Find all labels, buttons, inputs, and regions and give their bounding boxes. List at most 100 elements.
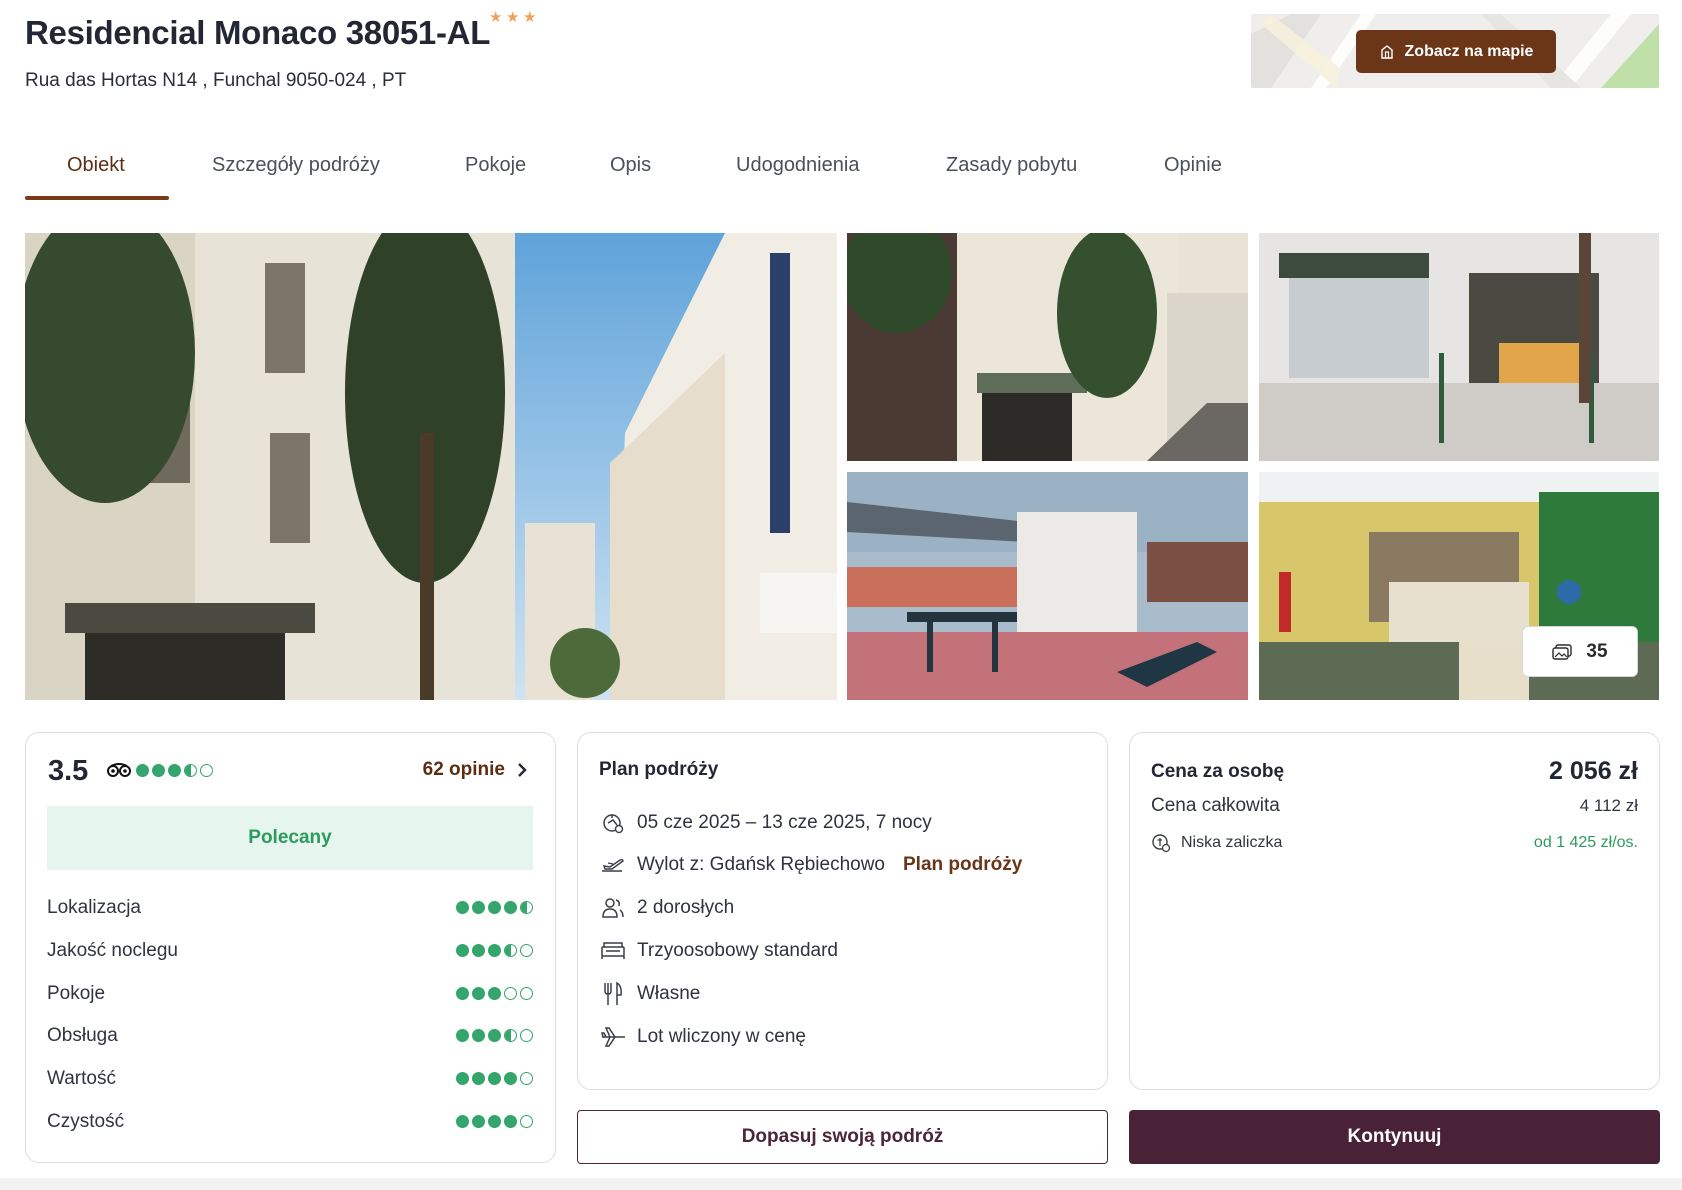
show-on-map-button[interactable]: Zobacz na mapie xyxy=(1356,30,1556,73)
plan-title: Plan podróży xyxy=(599,759,719,780)
rating-dot xyxy=(488,1115,501,1128)
rating-dot xyxy=(504,901,517,914)
price-total-value: 4 112 zł xyxy=(1579,796,1638,815)
gallery-count-button[interactable]: 35 xyxy=(1522,626,1638,677)
rating-dot xyxy=(472,1029,485,1042)
plan-board-row: Własne xyxy=(599,979,700,1009)
rating-dot xyxy=(168,764,181,777)
rating-dot xyxy=(520,1029,533,1042)
category-dots xyxy=(456,1072,533,1085)
price-total-label: Cena całkowita xyxy=(1151,795,1280,816)
rating-dot xyxy=(200,764,213,777)
rating-dot xyxy=(520,901,533,914)
rating-dot xyxy=(456,1115,469,1128)
plan-flight-row: Lot wliczony w cenę xyxy=(599,1022,806,1052)
hotel-stars: ★ ★ ★ xyxy=(489,10,538,25)
tab-opis[interactable]: Opis xyxy=(610,154,651,177)
category-dots xyxy=(456,1115,533,1128)
chevron-right-icon xyxy=(518,763,527,777)
map-building-icon xyxy=(1380,44,1393,59)
price-per-person-row: Cena za osobę 2 056 zł xyxy=(1151,757,1638,786)
calendar-plane-icon xyxy=(599,809,627,837)
gallery-photo-4[interactable] xyxy=(847,472,1248,700)
users-icon xyxy=(599,894,627,922)
deposit-icon xyxy=(1152,834,1171,853)
tab-pokoje[interactable]: Pokoje xyxy=(465,154,526,177)
rating-category-row: Lokalizacja xyxy=(47,893,533,923)
plan-flight: Lot wliczony w cenę xyxy=(637,1026,806,1047)
category-dots xyxy=(456,987,533,1000)
category-dots xyxy=(456,901,533,914)
star-icon: ★ xyxy=(489,9,503,26)
plan-departure-row: Wylot z: Gdańsk Rębiechowo Plan podróży xyxy=(599,850,1022,880)
rating-dot xyxy=(152,764,165,777)
price-per-person-value: 2 056 zł xyxy=(1549,757,1638,785)
hotel-facade-photo xyxy=(25,233,837,700)
category-label: Wartość xyxy=(47,1068,116,1089)
rating-dot xyxy=(504,1072,517,1085)
plan-room-row: Trzyoosobowy standard xyxy=(599,936,838,966)
rating-dot xyxy=(456,1029,469,1042)
plan-guests: 2 dorosłych xyxy=(637,897,735,918)
photos-icon xyxy=(1552,643,1573,660)
reviews-count: 62 opinie xyxy=(422,759,505,780)
rating-category-row: Jakość noclegu xyxy=(47,936,533,966)
plane-takeoff-icon xyxy=(599,851,627,879)
customize-trip-button[interactable]: Dopasuj swoją podróż xyxy=(577,1110,1108,1164)
rating-dot xyxy=(136,764,149,777)
reviews-link[interactable]: 62 opinie xyxy=(423,759,527,781)
plane-icon xyxy=(599,1023,627,1051)
photo-count-label: 35 xyxy=(1586,640,1608,662)
rating-category-row: Czystość xyxy=(47,1107,533,1137)
tab-obiekt[interactable]: Obiekt xyxy=(67,154,125,177)
rating-dot xyxy=(488,987,501,1000)
show-on-map-label: Zobacz na mapie xyxy=(1404,42,1534,60)
rating-dot xyxy=(488,1072,501,1085)
hotel-page: Residencial Monaco 38051-AL ★ ★ ★ Rua da… xyxy=(0,0,1682,1190)
rating-dot xyxy=(520,944,533,957)
deposit-row: Niska zaliczka od 1 425 zł/os. xyxy=(1151,833,1638,853)
category-label: Pokoje xyxy=(47,983,106,1004)
category-label: Obsługa xyxy=(47,1025,118,1046)
rating-dot xyxy=(504,1029,517,1042)
terrace-photo xyxy=(847,472,1248,700)
trip-plan-card: Plan podróży 05 cze 2025 – 13 cze 2025, … xyxy=(577,732,1108,1090)
tab-opinie[interactable]: Opinie xyxy=(1164,154,1222,177)
gallery-photo-2[interactable] xyxy=(847,233,1248,461)
rating-dot xyxy=(472,1115,485,1128)
category-label: Jakość noclegu xyxy=(47,940,178,961)
continue-button[interactable]: Kontynuuj xyxy=(1129,1110,1660,1164)
rating-dot xyxy=(184,764,197,777)
rating-dot xyxy=(456,944,469,957)
rating-card: 3.5 62 opinie Polecany Lokalizacja Jakoś… xyxy=(25,732,556,1163)
deposit-value: od 1 425 zł/os. xyxy=(1533,834,1638,851)
plan-details-link[interactable]: Plan podróży xyxy=(903,854,1022,876)
rating-dot xyxy=(488,1029,501,1042)
tripadvisor-icon xyxy=(107,763,131,777)
rating-dot xyxy=(456,901,469,914)
rating-dot xyxy=(488,944,501,957)
rating-dot xyxy=(504,1115,517,1128)
tab-zasady-pobytu[interactable]: Zasady pobytu xyxy=(946,154,1077,177)
rating-dot xyxy=(504,987,517,1000)
rating-dot xyxy=(520,1072,533,1085)
tab-szczegoly-podrozy[interactable]: Szczegóły podróży xyxy=(212,154,380,177)
deposit-label: Niska zaliczka xyxy=(1181,834,1283,851)
bed-icon xyxy=(599,937,627,965)
rating-dot xyxy=(456,1072,469,1085)
rating-dot xyxy=(456,987,469,1000)
category-dots xyxy=(456,944,533,957)
gallery-photo-3[interactable] xyxy=(1259,233,1659,461)
rating-dot xyxy=(520,1115,533,1128)
hotel-title: Residencial Monaco 38051-AL xyxy=(25,14,491,51)
deposit-label-group: Niska zaliczka xyxy=(1151,833,1282,853)
main-photo[interactable] xyxy=(25,233,837,700)
price-per-person-label: Cena za osobę xyxy=(1151,760,1285,782)
star-icon: ★ xyxy=(523,9,537,26)
plan-dates-row: 05 cze 2025 – 13 cze 2025, 7 nocy xyxy=(599,808,932,838)
plan-guests-row: 2 dorosłych xyxy=(599,893,734,923)
hotel-address: Rua das Hortas N14 , Funchal 9050-024 , … xyxy=(25,70,407,91)
category-label: Czystość xyxy=(47,1111,125,1132)
price-total-row: Cena całkowita 4 112 zł xyxy=(1151,795,1638,817)
tab-udogodnienia[interactable]: Udogodnienia xyxy=(736,154,859,177)
